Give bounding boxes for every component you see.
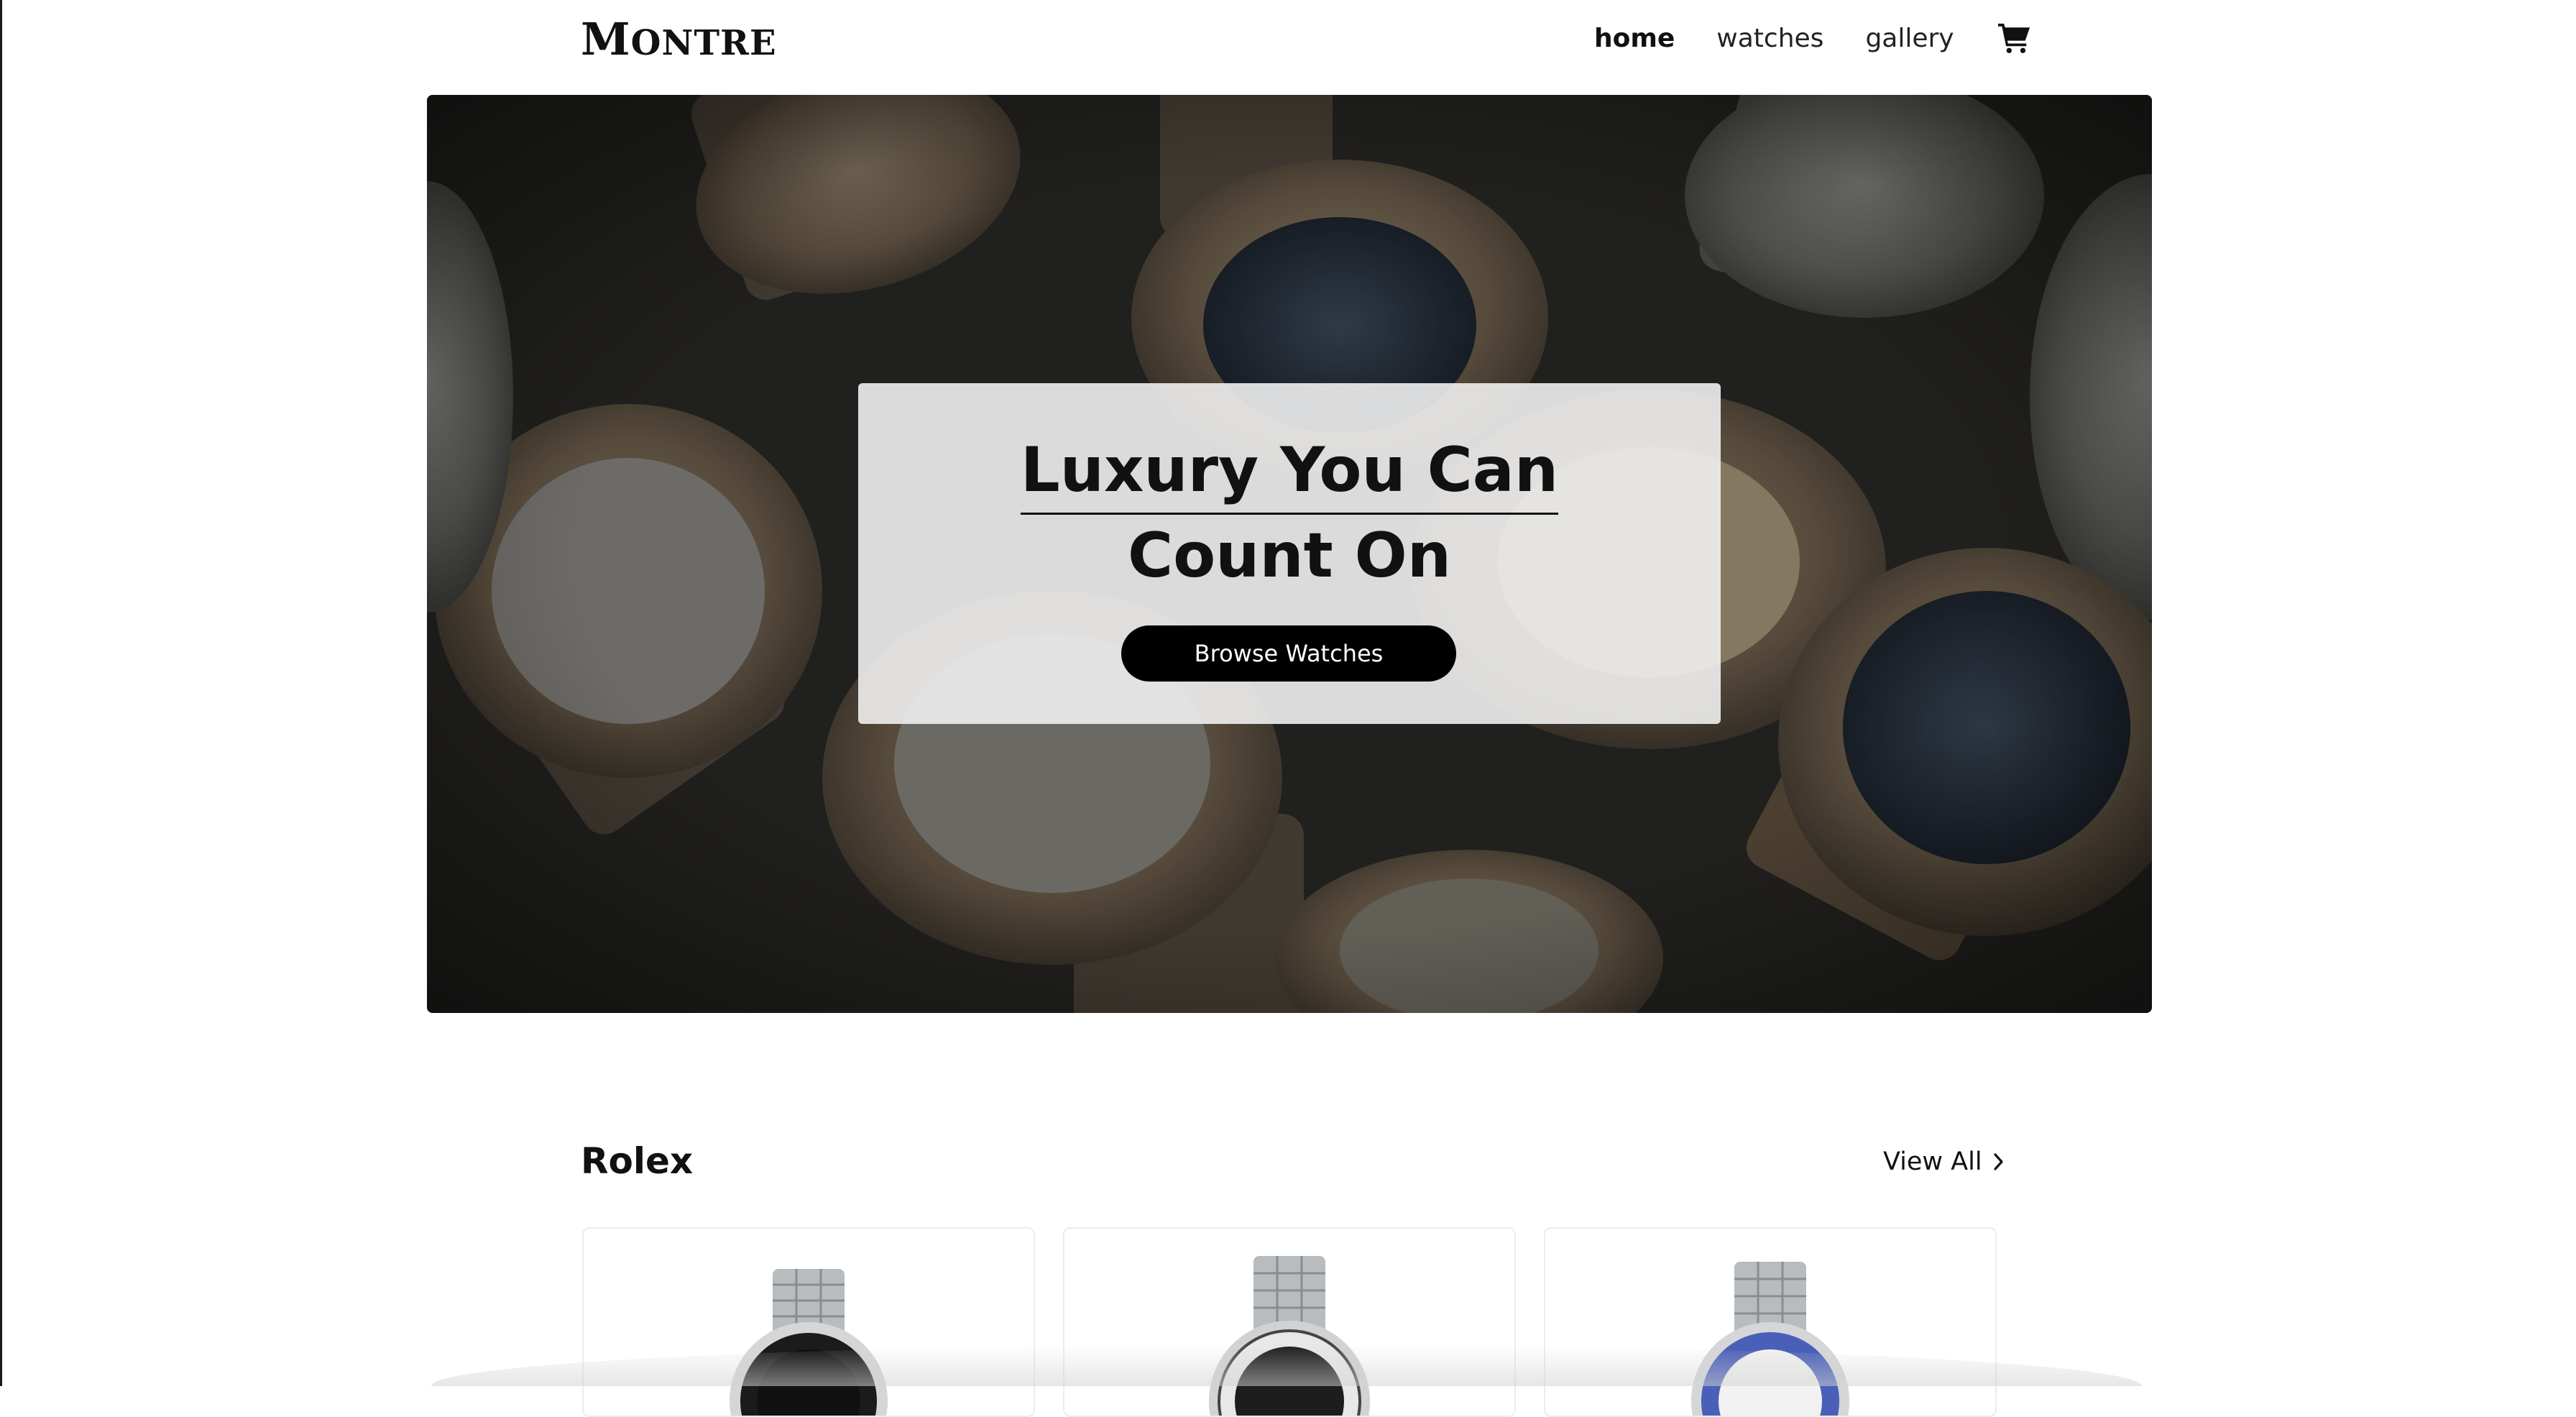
hero-title: Luxury You Can Count On [858, 429, 1721, 597]
nav-links: home watches gallery [1594, 22, 2030, 55]
view-all-label: View All [1883, 1147, 1982, 1176]
hero-card: Luxury You Can Count On Browse Watches [858, 383, 1721, 724]
view-all-link[interactable]: View All [1883, 1147, 2005, 1176]
hero-title-line1: Luxury You Can [1020, 429, 1559, 515]
nav-link-watches[interactable]: watches [1716, 24, 1823, 53]
watch-image [730, 1269, 888, 1416]
product-card[interactable] [582, 1227, 1035, 1417]
browse-watches-button[interactable]: Browse Watches [1121, 625, 1456, 682]
cart-icon[interactable] [1997, 22, 2030, 55]
product-card[interactable] [1544, 1227, 1997, 1417]
watch-image [1691, 1262, 1849, 1416]
product-card[interactable] [1063, 1227, 1516, 1417]
nav-link-home[interactable]: home [1594, 24, 1675, 53]
section-title-rolex: Rolex [581, 1140, 694, 1182]
hero-title-line2: Count On [1127, 520, 1452, 592]
top-nav: MONTRE home watches gallery [0, 0, 2576, 86]
logo-initial: M [581, 13, 631, 65]
logo-text: ONTRE [630, 23, 777, 63]
watch-image [1209, 1256, 1370, 1416]
window-edge [0, 0, 2, 1386]
nav-link-gallery[interactable]: gallery [1865, 24, 1954, 53]
brand-logo[interactable]: MONTRE [581, 13, 777, 65]
hero-banner: Luxury You Can Count On Browse Watches [427, 95, 2152, 1013]
chevron-right-icon [1993, 1153, 2003, 1170]
